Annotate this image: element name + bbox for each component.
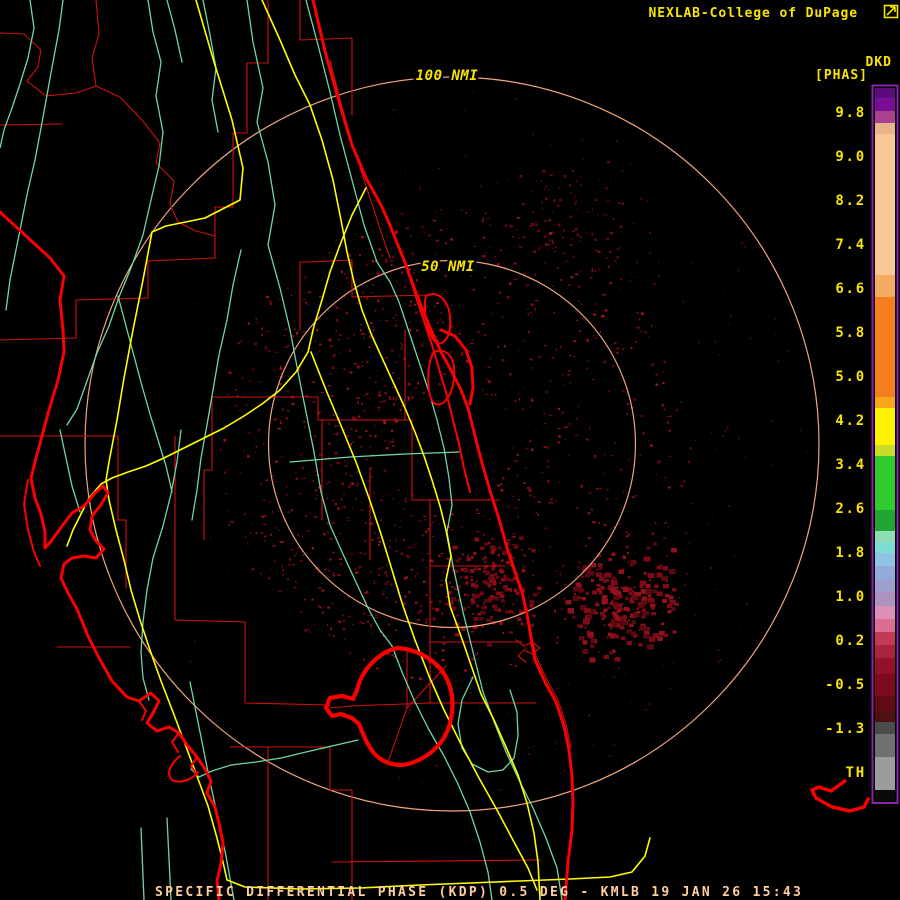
colorbar-segment: [875, 510, 895, 531]
colorbar-segment: [875, 734, 895, 757]
colorbar-tick-label: 2.6: [835, 501, 866, 517]
colorbar-segment: [875, 790, 895, 801]
colorbar-tick-label: 1.8: [835, 545, 866, 561]
colorbar-segment: [875, 757, 895, 790]
radar-display: 50 NMI 100 NMI 9.8 9.0 8.2 7.4 6.6 5.8 5.0 4.2 3.…: [0, 0, 900, 900]
colorbar-segment: [875, 722, 895, 734]
range-ring-label: 100 NMI: [416, 68, 479, 84]
colorbar-segment: [875, 88, 895, 98]
colorbar-segment: [875, 658, 895, 674]
colorbar-segment: [875, 531, 895, 542]
colorbar-tick-label: 1.0: [835, 589, 866, 605]
colorbar-segment: [875, 445, 895, 456]
range-ring-label: 50 NMI: [421, 259, 475, 275]
colorbar-segment: [875, 134, 895, 275]
colorbar-segment: [875, 408, 895, 445]
product-id-label: DKD: [866, 55, 892, 70]
colorbar-segment: [875, 542, 895, 553]
page-title: NEXLAB-College of DuPage: [649, 6, 858, 21]
colorbar-segment: [875, 711, 895, 722]
colorbar-segment: [875, 297, 895, 397]
colorbar-tick-label: 5.8: [835, 325, 866, 341]
product-caption: SPECIFIC DIFFERENTIAL PHASE (KDP) 0.5 DE…: [155, 885, 803, 900]
colorbar-segment: [875, 98, 895, 111]
colorbar-segment: [875, 456, 895, 510]
colorbar-tick-label: TH: [846, 765, 866, 781]
colorbar-tick-label: -0.5: [825, 677, 866, 693]
product-units-label: [PHAS]: [815, 68, 868, 83]
colorbar-segment: [875, 579, 895, 592]
colorbar-segment: [875, 619, 895, 632]
colorbar-segment: [875, 606, 895, 619]
colorbar-segment: [875, 566, 895, 579]
colorbar-segment: [875, 632, 895, 645]
colorbar-segment: [875, 397, 895, 408]
radar-scene: 50 NMI 100 NMI 9.8 9.0 8.2 7.4 6.6 5.8 5.0 4.2 3.…: [0, 0, 900, 900]
colorbar-segment: [875, 645, 895, 658]
colorbar-segment: [875, 674, 895, 696]
colorbar-segment: [875, 123, 895, 134]
colorbar-tick-label: 6.6: [835, 281, 866, 297]
background: [0, 0, 900, 900]
colorbar-segment: [875, 696, 895, 711]
colorbar-tick-label: 8.2: [835, 193, 866, 209]
colorbar-segment: [875, 111, 895, 123]
colorbar-tick-label: 5.0: [835, 369, 866, 385]
colorbar-tick-label: 3.4: [835, 457, 866, 473]
colorbar-segment: [875, 275, 895, 297]
colorbar-tick-label: 4.2: [835, 413, 866, 429]
colorbar-tick-label: 0.2: [835, 633, 866, 649]
colorbar-segment: [875, 553, 895, 566]
colorbar-tick-label: 7.4: [835, 237, 866, 253]
colorbar-tick-label: -1.3: [825, 721, 866, 737]
colorbar-tick-label: 9.8: [835, 105, 866, 121]
colorbar-segment: [875, 592, 895, 606]
colorbar-tick-label: 9.0: [835, 149, 866, 165]
